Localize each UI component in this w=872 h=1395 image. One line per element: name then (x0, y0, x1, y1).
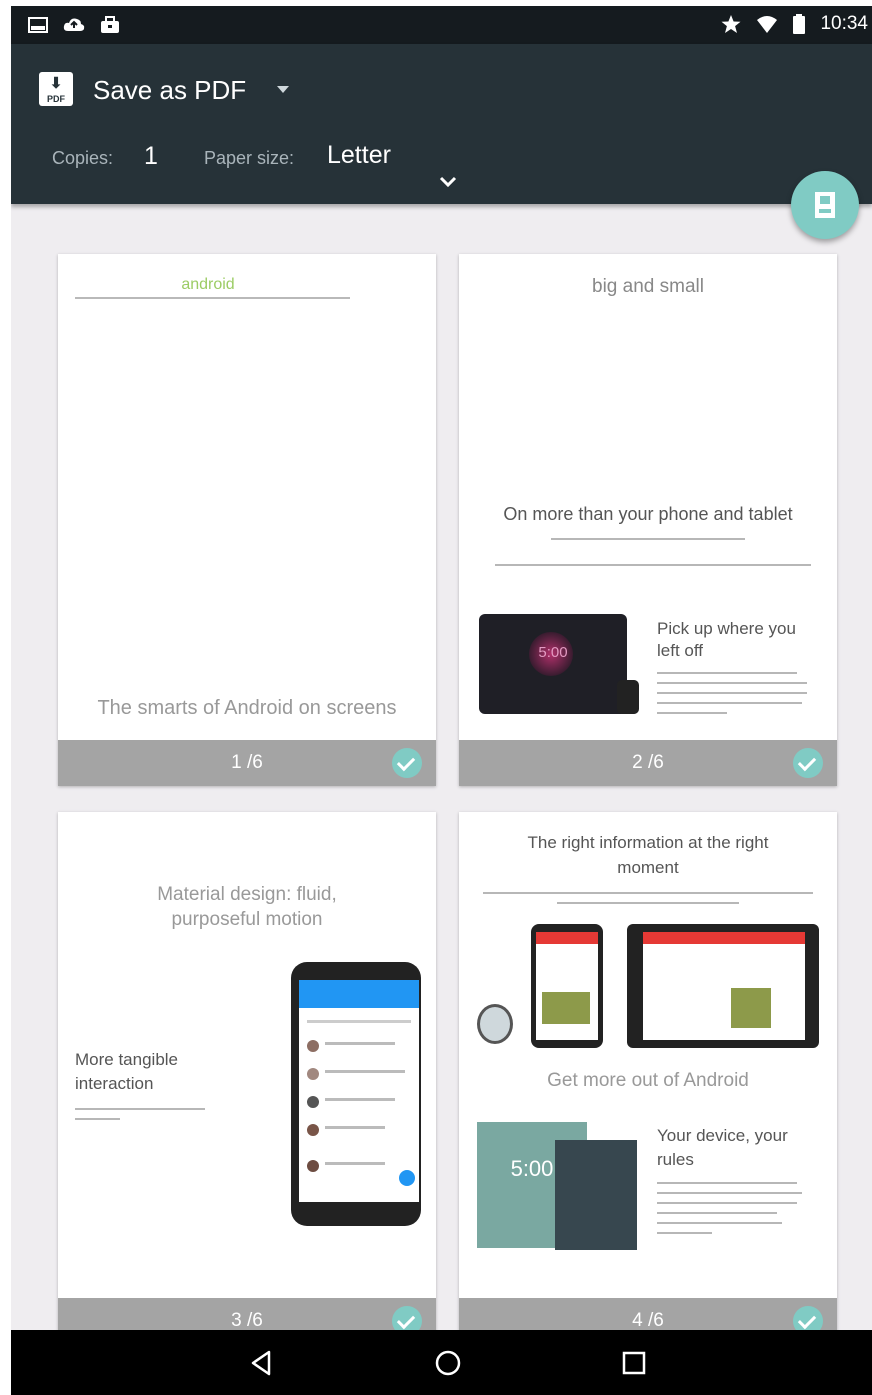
back-icon[interactable] (247, 1348, 277, 1378)
page-title: The right information at the right momen… (527, 833, 769, 877)
page-bottom-text: The smarts of Android on screens (97, 697, 397, 719)
image-icon (27, 15, 49, 35)
home-icon[interactable] (433, 1348, 463, 1378)
page-side-title: Your device, your rules (657, 1126, 788, 1169)
star-icon (720, 14, 742, 34)
briefcase-icon (99, 15, 121, 35)
phone-image (531, 924, 603, 1048)
text-line (657, 1182, 797, 1184)
page-number-label: 2 /6 (632, 752, 664, 773)
paper-size-label: Paper size: (204, 148, 295, 168)
recents-icon[interactable] (619, 1348, 649, 1378)
page-preview-3[interactable]: Material design: fluid, purposeful motio… (58, 812, 436, 1344)
phone-image (291, 962, 421, 1226)
text-line (657, 702, 802, 704)
text-line (657, 1192, 802, 1194)
tablet-image: 5:00 (479, 614, 627, 714)
page-number-label: 3 /6 (231, 1310, 263, 1331)
text-line (657, 712, 727, 714)
paper-size-selector[interactable]: Letter (327, 141, 391, 170)
save-pdf-button[interactable] (791, 171, 859, 239)
page-preview-1[interactable]: android The smarts of Android on screens… (58, 254, 436, 786)
printer-dropdown-arrow-icon[interactable] (277, 80, 291, 96)
watch-image (477, 1004, 513, 1044)
page-headline: On more than your phone and tablet (503, 504, 793, 524)
text-line (75, 1108, 205, 1110)
page-mid-title: Get more out of Android (547, 1070, 749, 1091)
settings-screen-image (555, 1140, 637, 1250)
pdf-download-icon: ⬇ PDF (39, 72, 73, 106)
tablet-image (627, 924, 819, 1048)
text-line (551, 538, 745, 540)
text-line (657, 682, 807, 684)
page-side-title: Pick up where you left off (657, 619, 796, 660)
status-time: 10:34 (820, 13, 868, 34)
status-bar: 10:34 (11, 6, 872, 44)
page-title: Material design: fluid, purposeful motio… (157, 884, 337, 930)
battery-icon (792, 14, 806, 34)
copies-input[interactable]: 1 (144, 142, 158, 171)
page-number-label: 1 /6 (231, 752, 263, 773)
page-title: big and small (592, 276, 704, 297)
text-line (657, 1222, 782, 1224)
text-line (657, 1212, 777, 1214)
device-clock: 5:00 (538, 644, 568, 661)
text-line (483, 892, 813, 894)
page-preview-2[interactable]: big and small On more than your phone an… (459, 254, 837, 786)
page-preview-4[interactable]: The right information at the right momen… (459, 812, 837, 1344)
text-line (657, 672, 797, 674)
page-left-title: More tangible interaction (75, 1050, 179, 1093)
text-line (557, 902, 739, 904)
cloud-icon (63, 15, 85, 35)
page-title: android (181, 276, 235, 293)
save-pdf-icon (815, 192, 835, 218)
page-footer: 2 /6 (459, 740, 837, 786)
text-line (657, 1202, 797, 1204)
printer-selector[interactable]: Save as PDF (93, 75, 246, 106)
text-line (657, 1232, 712, 1234)
watch-image (617, 680, 639, 714)
wifi-icon (756, 14, 778, 34)
text-line (657, 692, 807, 694)
copies-label: Copies: (52, 148, 114, 168)
print-preview-screen: 10:34 ⬇ PDF Save as PDF Copies: 1 Paper … (11, 6, 872, 1395)
page-footer: 1 /6 (58, 740, 436, 786)
page-selected-check-icon[interactable] (392, 748, 422, 778)
navigation-bar (11, 1330, 872, 1395)
page-selected-check-icon[interactable] (793, 748, 823, 778)
expand-options-chevron-icon[interactable] (436, 172, 460, 192)
page-number-label: 4 /6 (632, 1310, 664, 1331)
title-underline (75, 297, 350, 299)
text-line (75, 1118, 120, 1120)
text-line (495, 564, 811, 566)
print-options-header: ⬇ PDF Save as PDF Copies: 1 Paper size: … (11, 44, 872, 204)
